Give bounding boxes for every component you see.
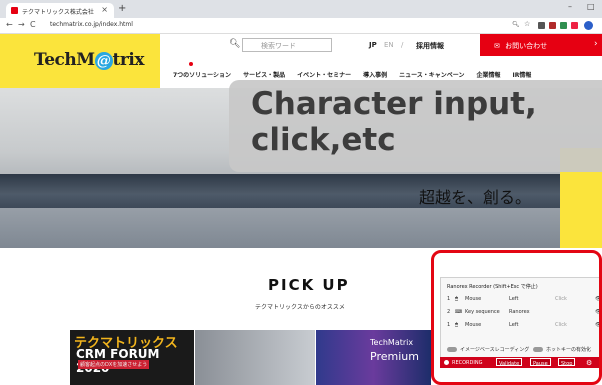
- hero-shore: [0, 208, 602, 248]
- site-logo[interactable]: TechM @ trix: [34, 50, 144, 70]
- contact-label: お問い合わせ: [505, 42, 548, 50]
- reload-icon[interactable]: C: [30, 20, 36, 29]
- highlight-outline: [431, 250, 602, 385]
- browser-address-bar: ← → C techmatrix.co.jp/index.html 🔍︎ ☆: [0, 18, 602, 34]
- banner-premium-line-2: Premium: [370, 350, 419, 363]
- lang-en-link[interactable]: EN: [384, 41, 394, 49]
- search-placeholder: 検索ワード: [261, 42, 296, 50]
- nav-item-company[interactable]: 企業情報: [477, 72, 501, 79]
- banner-crm-line-3: 顧客起点のDXを加速させよう: [78, 360, 150, 369]
- site-favicon-icon: [11, 7, 18, 14]
- tab-close-icon[interactable]: ×: [101, 5, 108, 14]
- maximize-icon[interactable]: □: [587, 2, 595, 11]
- back-icon[interactable]: ←: [6, 20, 13, 29]
- new-tab-icon[interactable]: +: [118, 3, 126, 14]
- banner-crm-forum[interactable]: テクマトリックス CRM FORUM 2020 顧客起点のDXを加速させよう: [70, 330, 194, 385]
- active-indicator: [189, 62, 193, 66]
- banner-photo[interactable]: [195, 330, 315, 385]
- pickup-title: PICK UP: [268, 276, 350, 294]
- extension-icon[interactable]: [538, 22, 545, 29]
- caption-line-2: click,etc: [251, 122, 396, 158]
- lang-separator: /: [401, 41, 404, 49]
- screen: テクマトリックス株式会社 × + – □ ← → C techmatrix.co…: [0, 0, 602, 385]
- url-field[interactable]: techmatrix.co.jp/index.html: [50, 21, 133, 28]
- minimize-icon[interactable]: –: [568, 2, 572, 11]
- profile-avatar[interactable]: [584, 21, 593, 30]
- extension-icon[interactable]: [560, 22, 567, 29]
- forward-icon[interactable]: →: [18, 20, 25, 29]
- zoom-icon[interactable]: 🔍︎: [512, 21, 520, 28]
- logo-area[interactable]: TechM @ trix: [0, 34, 160, 88]
- nav-item-cases[interactable]: 導入事例: [363, 72, 387, 79]
- mail-icon: ✉: [494, 42, 500, 50]
- overlay-caption: Character input, click,etc: [229, 80, 602, 172]
- nav-item-services[interactable]: サービス・製品: [243, 72, 285, 79]
- nav-item-news[interactable]: ニュース・キャンペーン: [399, 72, 464, 79]
- search-icon[interactable]: 🔍︎: [229, 39, 240, 49]
- banner-premium-line-1: TechMatrix: [370, 338, 414, 347]
- browser-tab-bar: テクマトリックス株式会社 × + – □: [0, 0, 602, 18]
- banner-premium[interactable]: TechMatrix Premium: [316, 330, 431, 385]
- nav-item-solutions[interactable]: 7つのソリューション: [173, 72, 231, 79]
- contact-button[interactable]: ✉ お問い合わせ ›: [480, 34, 602, 56]
- browser-tab[interactable]: テクマトリックス株式会社 ×: [6, 3, 114, 18]
- nav-item-events[interactable]: イベント・セミナー: [297, 72, 351, 79]
- nav-item-ir[interactable]: IR情報: [513, 72, 532, 79]
- lang-jp-link[interactable]: JP: [369, 41, 377, 49]
- global-nav: 7つのソリューション サービス・製品 イベント・セミナー 導入事例 ニュース・キャンペー…: [173, 70, 543, 79]
- pickup-subtitle: テクマトリックスからのオススメ: [255, 304, 345, 311]
- extension-icon[interactable]: [571, 22, 578, 29]
- tab-title: テクマトリックス株式会社: [22, 9, 94, 16]
- bookmark-star-icon[interactable]: ☆: [524, 20, 530, 28]
- extension-icon[interactable]: [549, 22, 556, 29]
- recruit-link[interactable]: 採用情報: [416, 41, 444, 51]
- caption-line-1: Character input,: [251, 86, 537, 122]
- hero-slogan: 超越を、創る。: [419, 188, 532, 207]
- search-input[interactable]: 🔍︎ 検索ワード: [229, 38, 332, 52]
- chevron-right-icon: ›: [594, 39, 598, 49]
